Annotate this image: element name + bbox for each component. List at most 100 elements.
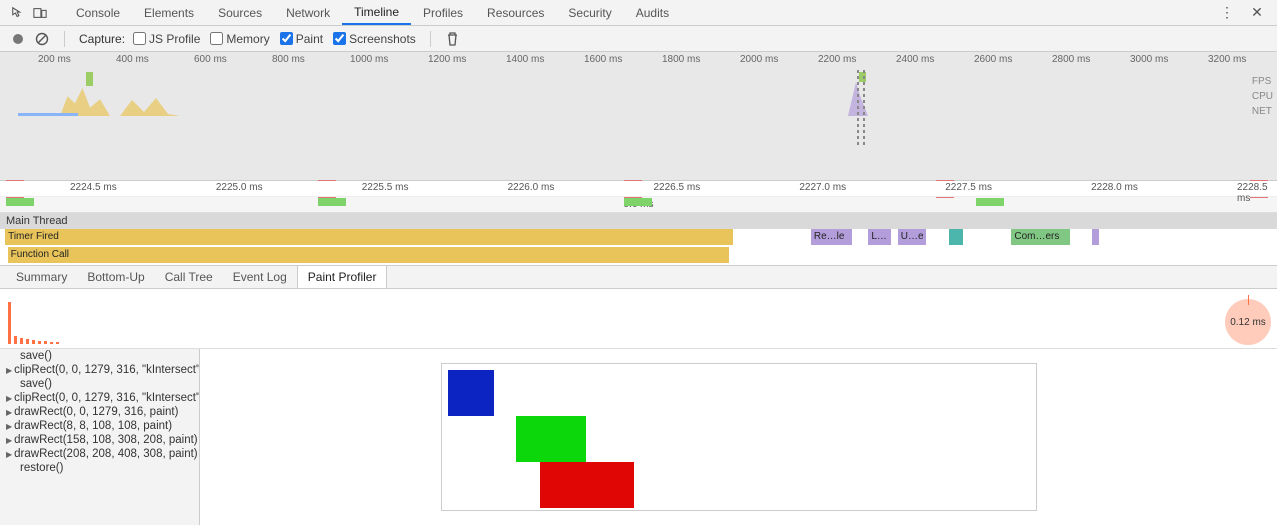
detail-tab-event-log[interactable]: Event Log bbox=[223, 266, 297, 288]
flame-event[interactable]: Re…le bbox=[811, 229, 852, 245]
capture-memory[interactable]: Memory bbox=[210, 32, 269, 46]
capture-label: Capture: bbox=[79, 32, 125, 46]
flame-tick: 2225.0 ms bbox=[216, 182, 263, 193]
capture-paint[interactable]: Paint bbox=[280, 32, 323, 46]
paint-step-bar[interactable] bbox=[50, 342, 53, 344]
flame-chart[interactable]: 2224.5 ms 2225.0 ms 2225.5 ms 2226.0 ms 2226… bbox=[0, 181, 1277, 265]
inspect-element-icon[interactable] bbox=[10, 5, 26, 21]
flame-tick: 2226.5 ms bbox=[654, 182, 701, 193]
toggle-device-icon[interactable] bbox=[32, 5, 48, 21]
clear-icon[interactable] bbox=[34, 31, 50, 47]
cpu-label: CPU bbox=[1252, 91, 1273, 102]
paint-command[interactable]: ▶drawRect(158, 108, 308, 208, paint) bbox=[0, 433, 199, 447]
detail-tab-paint-profiler[interactable]: Paint Profiler bbox=[297, 266, 388, 288]
flame-event[interactable] bbox=[1092, 229, 1100, 245]
paint-profiler: 0.12 ms save()▶clipRect(0, 0, 1279, 316,… bbox=[0, 289, 1277, 525]
record-icon[interactable] bbox=[10, 31, 26, 47]
tab-network[interactable]: Network bbox=[274, 0, 342, 25]
detail-tab-bottom-up[interactable]: Bottom-Up bbox=[77, 266, 154, 288]
paint-step-bar[interactable] bbox=[14, 336, 17, 344]
preview-rect-blue bbox=[448, 370, 494, 416]
tab-resources[interactable]: Resources bbox=[475, 0, 556, 25]
overview-tick: 1000 ms bbox=[350, 54, 388, 65]
disclosure-triangle-icon[interactable]: ▶ bbox=[6, 450, 12, 459]
details-tabbar: SummaryBottom-UpCall TreeEvent LogPaint … bbox=[0, 265, 1277, 289]
overview-tick: 1800 ms bbox=[662, 54, 700, 65]
paint-profiler-graph[interactable]: 0.12 ms bbox=[0, 289, 1277, 349]
timeline-overview[interactable]: 200 ms 400 ms 600 ms 800 ms 1000 ms 1200 ms 14… bbox=[0, 52, 1277, 181]
devtools-tabbar: ConsoleElementsSourcesNetworkTimelinePro… bbox=[0, 0, 1277, 26]
detail-tab-summary[interactable]: Summary bbox=[6, 266, 77, 288]
overview-tick: 800 ms bbox=[272, 54, 305, 65]
garbage-collect-icon[interactable] bbox=[445, 31, 461, 47]
flame-event[interactable]: Com…ers bbox=[1011, 229, 1070, 245]
paint-step-bar[interactable] bbox=[44, 341, 47, 344]
disclosure-triangle-icon[interactable]: ▶ bbox=[6, 422, 12, 431]
overview-tick: 2800 ms bbox=[1052, 54, 1090, 65]
overview-tick: 2600 ms bbox=[974, 54, 1012, 65]
capture-js-profile[interactable]: JS Profile bbox=[133, 32, 200, 46]
main-thread-header: Main Thread bbox=[0, 213, 1277, 229]
preview-rect-red bbox=[540, 462, 634, 508]
overview-tick: 2400 ms bbox=[896, 54, 934, 65]
fps-label: FPS bbox=[1252, 76, 1273, 87]
more-icon[interactable]: ⋮ bbox=[1219, 5, 1235, 21]
flame-event[interactable]: U…e bbox=[898, 229, 926, 245]
paint-command[interactable]: save() bbox=[0, 377, 199, 391]
paint-command[interactable]: ▶clipRect(0, 0, 1279, 316, "kIntersect") bbox=[0, 363, 199, 377]
overview-tick: 2000 ms bbox=[740, 54, 778, 65]
overview-tick: 3000 ms bbox=[1130, 54, 1168, 65]
flame-event[interactable]: Timer Fired bbox=[5, 229, 733, 245]
flame-tick: 2227.0 ms bbox=[799, 182, 846, 193]
paint-command[interactable]: ▶drawRect(208, 208, 408, 308, paint) bbox=[0, 447, 199, 461]
overview-tick: 1600 ms bbox=[584, 54, 622, 65]
disclosure-triangle-icon[interactable]: ▶ bbox=[6, 408, 12, 417]
tab-sources[interactable]: Sources bbox=[206, 0, 274, 25]
flame-tick: 2227.5 ms bbox=[945, 182, 992, 193]
overview-tick: 200 ms bbox=[38, 54, 71, 65]
tab-audits[interactable]: Audits bbox=[624, 0, 681, 25]
overview-tick: 600 ms bbox=[194, 54, 227, 65]
detail-tab-call-tree[interactable]: Call Tree bbox=[155, 266, 223, 288]
paint-command[interactable]: ▶drawRect(8, 8, 108, 108, paint) bbox=[0, 419, 199, 433]
flame-event[interactable]: L… bbox=[868, 229, 891, 245]
disclosure-triangle-icon[interactable]: ▶ bbox=[6, 366, 12, 375]
flame-tick: 2224.5 ms bbox=[70, 182, 117, 193]
flame-tick: 2228.5 ms bbox=[1237, 182, 1277, 204]
paint-step-bar[interactable] bbox=[56, 342, 59, 344]
tab-timeline[interactable]: Timeline bbox=[342, 0, 411, 25]
overview-tick: 400 ms bbox=[116, 54, 149, 65]
overview-tick: 1200 ms bbox=[428, 54, 466, 65]
close-icon[interactable]: ✕ bbox=[1249, 5, 1265, 21]
paint-step-bar[interactable] bbox=[32, 340, 35, 344]
paint-command-tree[interactable]: save()▶clipRect(0, 0, 1279, 316, "kInter… bbox=[0, 349, 200, 525]
timeline-toolbar: Capture: JS Profile Memory Paint Screenshot… bbox=[0, 26, 1277, 52]
overview-tick: 1400 ms bbox=[506, 54, 544, 65]
paint-command[interactable]: restore() bbox=[0, 461, 199, 475]
net-label: NET bbox=[1252, 106, 1273, 117]
flame-tick: 2225.5 ms bbox=[362, 182, 409, 193]
paint-command[interactable]: ▶drawRect(0, 0, 1279, 316, paint) bbox=[0, 405, 199, 419]
flame-event[interactable]: Function Call bbox=[8, 247, 730, 263]
tab-elements[interactable]: Elements bbox=[132, 0, 206, 25]
paint-command[interactable]: ▶clipRect(0, 0, 1279, 316, "kIntersect") bbox=[0, 391, 199, 405]
paint-step-bar[interactable] bbox=[20, 338, 23, 344]
paint-step-bar[interactable] bbox=[26, 339, 29, 344]
paint-command[interactable]: save() bbox=[0, 349, 199, 363]
flame-tick: 2226.0 ms bbox=[508, 182, 555, 193]
overview-tick: 2200 ms bbox=[818, 54, 856, 65]
disclosure-triangle-icon[interactable]: ▶ bbox=[6, 436, 12, 445]
tab-console[interactable]: Console bbox=[64, 0, 132, 25]
paint-step-bar[interactable] bbox=[38, 341, 41, 344]
flame-event[interactable] bbox=[949, 229, 963, 245]
paint-preview-canvas bbox=[200, 349, 1277, 525]
paint-time-badge: 0.12 ms bbox=[1225, 299, 1271, 345]
disclosure-triangle-icon[interactable]: ▶ bbox=[6, 394, 12, 403]
paint-step-bar[interactable] bbox=[8, 302, 11, 344]
tab-profiles[interactable]: Profiles bbox=[411, 0, 475, 25]
preview-rect-green bbox=[516, 416, 586, 462]
flame-tick: 2228.0 ms bbox=[1091, 182, 1138, 193]
overview-tick: 3200 ms bbox=[1208, 54, 1246, 65]
tab-security[interactable]: Security bbox=[556, 0, 623, 25]
capture-screenshots[interactable]: Screenshots bbox=[333, 32, 416, 46]
